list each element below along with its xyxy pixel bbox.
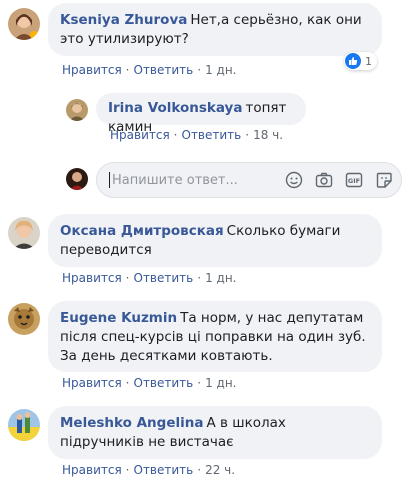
comment-author[interactable]: Meleshko Angelina <box>60 415 203 431</box>
reply-link[interactable]: Ответить <box>134 271 194 285</box>
comment-actions: Нравится · Ответить · 18 ч. <box>110 128 284 142</box>
reaction-count: 1 <box>365 54 372 68</box>
avatar[interactable] <box>8 217 40 249</box>
comment-timestamp[interactable]: 1 дн. <box>205 376 236 390</box>
avatar[interactable] <box>8 303 40 335</box>
reaction-summary[interactable]: 1 <box>344 52 377 70</box>
reply-placeholder: Напишите ответ... <box>112 172 238 188</box>
avatar[interactable] <box>66 99 88 121</box>
current-user-avatar <box>66 168 88 190</box>
gif-icon[interactable]: GIF <box>345 171 363 189</box>
comment-author[interactable]: Irina Volkonskaya <box>108 100 242 116</box>
avatar-meleshko-image <box>8 409 40 441</box>
avatar-current-user-image <box>66 168 88 190</box>
comment-bubble: Eugene Kuzmin Та норм, у нас депутатам пі… <box>48 301 382 372</box>
comment-bubble: Meleshko Angelina А в школах підручників … <box>48 406 382 459</box>
reply-input[interactable]: Напишите ответ... GIF <box>96 162 402 198</box>
like-link[interactable]: Нравится <box>62 63 122 77</box>
comment-timestamp[interactable]: 18 ч. <box>253 128 283 142</box>
comment-bubble: Irina Volkonskaya топят камин <box>96 93 306 135</box>
reply-link[interactable]: Ответить <box>134 463 194 477</box>
like-link[interactable]: Нравится <box>62 271 122 285</box>
comment-bubble: Оксана Дмитровская Сколько бумаги перевод… <box>48 214 382 267</box>
like-link[interactable]: Нравится <box>110 128 170 142</box>
comment-timestamp[interactable]: 1 дн. <box>205 63 236 77</box>
comment-actions: Нравится · Ответить · 1 дн. <box>62 63 237 77</box>
like-link[interactable]: Нравится <box>62 376 122 390</box>
like-link[interactable]: Нравится <box>62 463 122 477</box>
avatar-kseniya-image <box>8 8 40 40</box>
reply-link[interactable]: Ответить <box>134 63 194 77</box>
avatar-eugene-image <box>8 303 40 335</box>
comment-author[interactable]: Оксана Дмитровская <box>60 223 224 239</box>
text-caret <box>109 172 110 188</box>
avatar[interactable] <box>8 409 40 441</box>
comment-author[interactable]: Eugene Kuzmin <box>60 310 177 326</box>
avatar-oksana-image <box>8 217 40 249</box>
comment-actions: Нравится · Ответить · 1 дн. <box>62 376 237 390</box>
comment-timestamp[interactable]: 1 дн. <box>205 271 236 285</box>
comment-actions: Нравится · Ответить · 1 дн. <box>62 271 237 285</box>
comment-timestamp[interactable]: 22 ч. <box>205 463 235 477</box>
svg-text:GIF: GIF <box>348 177 360 185</box>
like-reaction-icon <box>345 53 361 69</box>
comment-bubble: Kseniya Zhurova Нет,а серьёзно, как они э… <box>48 3 382 56</box>
camera-icon[interactable] <box>315 171 333 189</box>
reply-link[interactable]: Ответить <box>182 128 242 142</box>
emoji-icon[interactable] <box>285 171 303 189</box>
avatar-irina-image <box>66 99 88 121</box>
reply-link[interactable]: Ответить <box>134 376 194 390</box>
avatar[interactable] <box>8 8 40 40</box>
sticker-icon[interactable] <box>375 171 393 189</box>
comment-author[interactable]: Kseniya Zhurova <box>60 12 187 28</box>
comment-actions: Нравится · Ответить · 22 ч. <box>62 463 236 477</box>
